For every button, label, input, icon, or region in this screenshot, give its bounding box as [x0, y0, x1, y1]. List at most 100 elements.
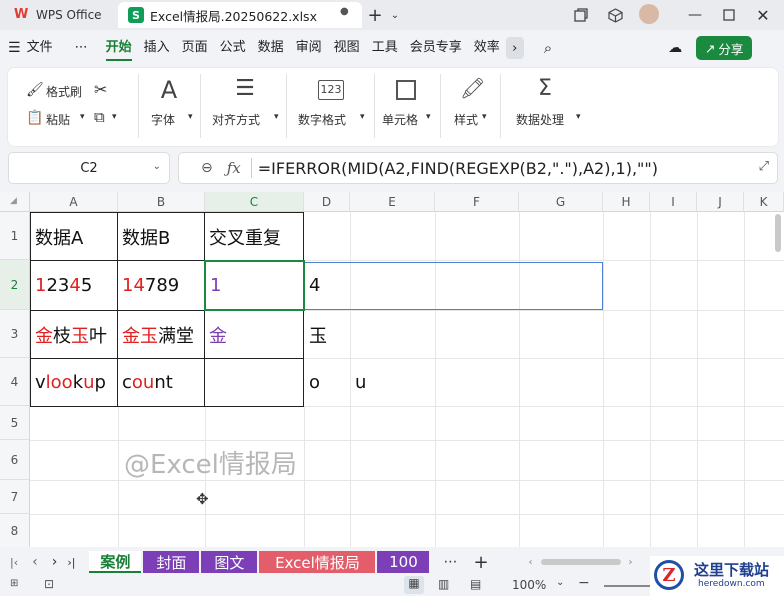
cell-b1[interactable]: 数据B	[118, 213, 204, 260]
sheet-tab-example[interactable]: 案例	[89, 551, 142, 573]
cell-group[interactable]: 单元格 ▾	[376, 68, 438, 146]
cloud-upload-icon[interactable]: ☁	[668, 40, 682, 56]
menu-home[interactable]: 开始	[100, 31, 138, 65]
cell-a3[interactable]: 金枝玉叶	[31, 311, 117, 358]
row-header-2[interactable]: 2	[0, 260, 30, 310]
column-header-g[interactable]: G	[519, 192, 603, 212]
page-break-icon[interactable]: ▤	[470, 577, 481, 591]
row-header-1[interactable]: 1	[0, 212, 30, 260]
row-header-4[interactable]: 4	[0, 358, 30, 406]
cell-a1[interactable]: 数据A	[31, 213, 117, 260]
avatar[interactable]	[639, 4, 659, 24]
zoom-slider[interactable]	[604, 585, 654, 587]
copy-dropdown-icon[interactable]: ▾	[112, 112, 117, 122]
fx-icon[interactable]: ƒx	[227, 159, 241, 177]
menu-review[interactable]: 审阅	[290, 31, 328, 65]
row-header-3[interactable]: 3	[0, 310, 30, 358]
close-icon[interactable]: ✕	[754, 5, 772, 25]
next-sheet-icon[interactable]: ›	[52, 554, 58, 570]
paste-icon[interactable]: 📋	[26, 110, 43, 126]
new-tab-icon[interactable]: +	[366, 5, 384, 26]
copy-icon[interactable]: ⧉	[94, 108, 105, 126]
first-sheet-icon[interactable]: |‹	[10, 556, 18, 569]
cell-mode-icon[interactable]: ⊡	[44, 577, 54, 591]
normal-view-icon[interactable]: ▦	[404, 576, 424, 594]
zoom-dropdown-icon[interactable]: ⌄	[556, 577, 564, 588]
menu-member[interactable]: 会员专享	[404, 31, 468, 65]
formula-input[interactable]: =IFERROR(MID(A2,FIND(REGEXP(B2,"."),A2),…	[258, 159, 658, 178]
horizontal-scrollbar[interactable]	[540, 559, 621, 565]
name-box[interactable]: C2 ⌄	[8, 152, 170, 184]
paste-dropdown-icon[interactable]: ▾	[80, 112, 85, 122]
menu-tools[interactable]: 工具	[366, 31, 404, 65]
menu-insert[interactable]: 插入	[138, 31, 176, 65]
number-format-group[interactable]: 123 数字格式 ▾	[288, 68, 374, 146]
row-header-5[interactable]: 5	[0, 406, 30, 440]
cell-a4[interactable]: v loo k u p	[31, 359, 117, 406]
scroll-left-icon[interactable]: ‹	[529, 557, 533, 568]
cell-d4[interactable]: o	[305, 359, 350, 406]
format-painter-icon[interactable]: 🖌	[26, 82, 44, 98]
hamburger-icon[interactable]: ☰	[8, 40, 21, 56]
expand-formula-icon[interactable]: ⤢	[759, 159, 769, 174]
sheet-tab-cover[interactable]: 封面	[143, 551, 200, 573]
menu-data[interactable]: 数据	[252, 31, 290, 65]
chevron-right-icon[interactable]: ›	[505, 37, 524, 59]
menu-file[interactable]: 文件	[21, 31, 59, 65]
align-group[interactable]: ☰ 对齐方式 ▾	[202, 68, 286, 146]
cell-c1[interactable]: 交叉重复	[205, 213, 304, 260]
column-header-c[interactable]: C	[205, 192, 304, 212]
row-header-8[interactable]: 8	[0, 514, 30, 547]
column-header-b[interactable]: B	[118, 192, 205, 212]
search-icon[interactable]: ⌕	[544, 39, 552, 57]
cell-b3[interactable]: 金玉 满堂	[118, 311, 204, 358]
column-header-e[interactable]: E	[350, 192, 435, 212]
cell-d3[interactable]: 玉	[305, 311, 350, 358]
data-process-group[interactable]: Σ 数据处理 ▾	[502, 68, 586, 146]
menu-formula[interactable]: 公式	[214, 31, 252, 65]
cell-a2[interactable]: 12345	[31, 261, 117, 310]
font-group[interactable]: A 字体 ▾	[140, 68, 200, 146]
column-header-k[interactable]: K	[744, 192, 784, 212]
cell-b2[interactable]: 14 789	[118, 261, 204, 310]
add-sheet-icon[interactable]: +	[473, 552, 488, 573]
cell-c3[interactable]: 金	[205, 311, 304, 358]
menu-page[interactable]: 页面	[176, 31, 214, 65]
window-restore-icon[interactable]	[572, 6, 590, 24]
sheet-tab-excel-intel[interactable]: Excel情报局	[259, 551, 376, 573]
name-box-dropdown-icon[interactable]: ⌄	[153, 161, 161, 172]
sheet-tab-graphic[interactable]: 图文	[201, 551, 258, 573]
zoom-level[interactable]: 100%	[512, 578, 546, 592]
cell-d2[interactable]: 4	[305, 261, 350, 310]
sheet-tab-100[interactable]: 100	[377, 551, 430, 573]
cell-c2[interactable]: 1	[206, 261, 302, 310]
column-header-j[interactable]: J	[697, 192, 744, 212]
cell-b4[interactable]: c ou nt	[118, 359, 204, 406]
column-header-f[interactable]: F	[435, 192, 519, 212]
select-all-corner[interactable]: ◢	[0, 192, 30, 212]
style-group[interactable]: 🖍 样式 ▾	[442, 68, 498, 146]
cell-e4[interactable]: u	[351, 359, 435, 406]
row-header-6[interactable]: 6	[0, 440, 30, 480]
app-home-tab[interactable]: W WPS Office	[4, 2, 114, 28]
maximize-icon[interactable]	[720, 6, 738, 24]
menu-efficiency[interactable]: 效率	[468, 31, 506, 65]
spreadsheet-grid[interactable]: ◢ A B C D E F G H I J K 1 2 3 4 5 6 7 8 …	[0, 192, 784, 547]
scroll-right-icon[interactable]: ›	[629, 557, 633, 568]
row-header-7[interactable]: 7	[0, 480, 30, 514]
macro-icon[interactable]: ⊞	[10, 578, 18, 589]
chevron-down-icon[interactable]: ⌄	[388, 5, 402, 25]
cube-icon[interactable]	[606, 6, 624, 24]
more-sheets-icon[interactable]: ⋯	[443, 554, 457, 570]
column-header-h[interactable]: H	[603, 192, 650, 212]
menu-view[interactable]: 视图	[328, 31, 366, 65]
paste-button[interactable]: 粘贴	[46, 111, 70, 128]
zoom-formula-icon[interactable]: ⊖	[201, 160, 213, 176]
vertical-scrollbar[interactable]	[775, 214, 781, 252]
minimize-icon[interactable]: —	[686, 5, 704, 25]
column-header-a[interactable]: A	[30, 192, 118, 212]
format-painter-button[interactable]: 格式刷	[46, 83, 82, 100]
unsaved-dot-icon[interactable]: ●	[340, 6, 349, 17]
document-tab[interactable]: S Excel情报局.20250622.xlsx ●	[118, 2, 362, 28]
column-header-i[interactable]: I	[650, 192, 697, 212]
